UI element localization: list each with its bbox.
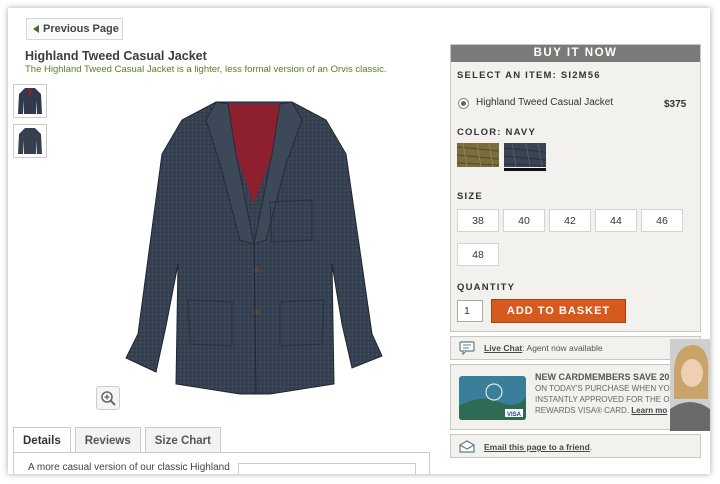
tab-reviews[interactable]: Reviews — [74, 427, 141, 453]
color-label: COLOR: NAVY — [457, 127, 536, 138]
select-item-label: SELECT AN ITEM: SI2M56 — [457, 70, 601, 81]
details-side-box — [238, 463, 416, 474]
previous-page-label: Previous Page — [43, 23, 119, 35]
size-option-42[interactable]: 42 — [549, 209, 591, 232]
visa-logo-text: VISA — [507, 412, 522, 418]
live-chat-box: Live Chat: Agent now available — [450, 336, 701, 360]
magnifier-plus-icon — [101, 391, 116, 406]
product-tabs: Details Reviews Size Chart — [13, 427, 221, 453]
swatch-olive-tweed[interactable] — [457, 143, 499, 167]
item-name: Highland Tweed Casual Jacket — [476, 97, 614, 108]
item-radio[interactable] — [458, 98, 469, 109]
product-main-image — [125, 101, 383, 395]
zoom-magnifier-icon[interactable] — [96, 386, 120, 410]
live-chat-text: Live Chat: Agent now available — [484, 343, 603, 353]
quantity-input[interactable]: 1 — [457, 300, 483, 322]
live-chat-link[interactable]: Live Chat — [484, 343, 522, 353]
add-to-basket-button[interactable]: ADD TO BASKET — [491, 299, 626, 323]
selected-swatch-indicator — [504, 168, 546, 171]
page-frame: Previous Page Highland Tweed Casual Jack… — [8, 8, 710, 474]
envelope-icon — [459, 440, 475, 453]
thumbnail-front[interactable] — [13, 84, 47, 118]
quantity-label: QUANTITY — [457, 282, 516, 293]
radio-dot — [461, 101, 466, 106]
size-option-38[interactable]: 38 — [457, 209, 499, 232]
credit-card-promo: VISA NEW CARDMEMBERS SAVE 20 ON TODAY'S … — [450, 364, 701, 430]
product-subtitle: The Highland Tweed Casual Jacket is a li… — [25, 64, 387, 75]
size-option-48[interactable]: 48 — [457, 243, 499, 266]
size-option-46[interactable]: 46 — [641, 209, 683, 232]
left-arrow-icon — [33, 25, 39, 33]
promo-line-2: ON TODAY'S PURCHASE WHEN YOU — [535, 384, 676, 393]
details-panel: A more casual version of our classic Hig… — [13, 452, 430, 474]
learn-more-link[interactable]: Learn mo — [631, 406, 667, 415]
chat-status: : Agent now available — [522, 343, 603, 353]
size-label: SIZE — [457, 191, 483, 202]
details-text: A more casual version of our classic Hig… — [28, 462, 230, 473]
promo-headline: NEW CARDMEMBERS SAVE 20 — [535, 372, 670, 382]
previous-page-button[interactable]: Previous Page — [26, 18, 123, 40]
buy-it-now-header: BUY IT NOW — [451, 45, 700, 62]
email-friend-box: Email this page to a friend. — [450, 434, 701, 458]
swatch-navy[interactable] — [504, 143, 546, 167]
tab-details[interactable]: Details — [13, 427, 71, 453]
visa-card-image[interactable]: VISA — [459, 376, 526, 420]
chat-agent-photo[interactable] — [670, 339, 710, 431]
size-option-40[interactable]: 40 — [503, 209, 545, 232]
promo-line-3: INSTANTLY APPROVED FOR THE OR — [535, 395, 676, 404]
thumbnail-back[interactable] — [13, 124, 47, 158]
product-title: Highland Tweed Casual Jacket — [25, 49, 207, 63]
jacket-back-thumbnail-image — [18, 128, 42, 154]
buy-it-now-panel: BUY IT NOW SELECT AN ITEM: SI2M56 Highla… — [450, 44, 701, 332]
jacket-front-thumbnail-image — [18, 88, 42, 114]
tab-size-chart[interactable]: Size Chart — [144, 427, 221, 453]
email-friend-link[interactable]: Email this page to a friend — [484, 442, 590, 452]
size-option-44[interactable]: 44 — [595, 209, 637, 232]
promo-line-4: REWARDS VISA® CARD. Learn mo — [535, 406, 668, 415]
chat-bubble-icon — [459, 341, 475, 355]
email-text: Email this page to a friend. — [484, 442, 593, 452]
promo-text: NEW CARDMEMBERS SAVE 20 ON TODAY'S PURCH… — [535, 372, 685, 416]
item-price: $375 — [664, 99, 687, 110]
